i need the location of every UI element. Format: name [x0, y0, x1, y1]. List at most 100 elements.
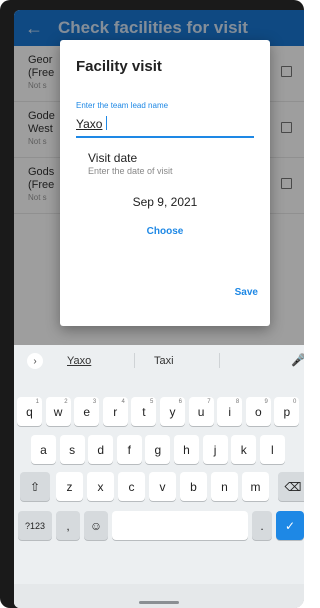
key-r[interactable]: r4: [102, 397, 128, 426]
key-row-4: ?123 , ☺ . ✓: [14, 511, 304, 543]
soft-keyboard: › Yaxo Taxi 🎤 q1w2e3r4t5y6u7i8o9p0 asdfg…: [14, 345, 304, 608]
visit-date-value: Sep 9, 2021: [132, 195, 198, 209]
comma-key[interactable]: ,: [56, 511, 80, 540]
key-a[interactable]: a: [31, 435, 56, 464]
key-label: o: [254, 404, 262, 419]
key-k[interactable]: k: [231, 435, 257, 464]
suggestion-divider: [219, 353, 220, 368]
key-label: h: [183, 442, 190, 457]
suggestion-divider: [134, 353, 135, 368]
key-label: w: [53, 404, 63, 419]
key-label: q: [26, 404, 33, 419]
screen: ← Check facilities for visit Geor (Free …: [14, 10, 304, 608]
key-v[interactable]: v: [149, 472, 176, 501]
key-x[interactable]: x: [87, 472, 114, 501]
backspace-key[interactable]: ⌫: [278, 472, 304, 501]
key-label: v: [159, 479, 166, 494]
key-label: r: [113, 404, 118, 419]
key-label: m: [250, 479, 261, 494]
period-key[interactable]: .: [252, 511, 272, 540]
enter-key[interactable]: ✓: [276, 511, 304, 540]
key-row-1: q1w2e3r4t5y6u7i8o9p0: [14, 397, 304, 429]
key-label: f: [127, 442, 131, 457]
key-w[interactable]: w2: [45, 397, 71, 426]
key-label: j: [213, 442, 217, 457]
chevron-right-icon: ›: [33, 355, 37, 367]
expand-suggestions-button[interactable]: ›: [27, 353, 43, 369]
key-row-3: ⇧ ⌫ z x c v b n m: [14, 472, 304, 504]
key-label: b: [190, 479, 197, 494]
choose-date-button[interactable]: Choose: [60, 226, 270, 237]
navigation-bar: [14, 584, 304, 608]
space-key[interactable]: [112, 511, 248, 540]
key-label: i: [228, 404, 232, 419]
dialog-title: Facility visit: [76, 58, 162, 75]
key-label: u: [197, 404, 205, 419]
key-t[interactable]: t5: [131, 397, 157, 426]
key-hint: 6: [178, 399, 182, 405]
suggestion-2[interactable]: Taxi: [154, 355, 174, 367]
key-m[interactable]: m: [242, 472, 269, 501]
key-u[interactable]: u7: [188, 397, 214, 426]
key-b[interactable]: b: [180, 472, 207, 501]
microphone-icon[interactable]: 🎤: [291, 353, 304, 367]
text-cursor: [106, 116, 107, 130]
backspace-icon: ⌫: [284, 479, 302, 494]
phone-frame: ← Check facilities for visit Geor (Free …: [0, 0, 304, 608]
home-handle[interactable]: [139, 601, 179, 604]
suggestion-1[interactable]: Yaxo: [67, 355, 91, 367]
emoji-icon: ☺: [89, 518, 103, 533]
key-f[interactable]: f: [116, 435, 142, 464]
key-o[interactable]: o9: [245, 397, 271, 426]
key-hint: 5: [150, 399, 154, 405]
team-lead-input[interactable]: [76, 112, 254, 138]
key-label: y: [169, 404, 176, 419]
key-label: g: [154, 442, 162, 457]
key-label: s: [69, 442, 76, 457]
key-h[interactable]: h: [174, 435, 199, 464]
key-label: x: [97, 479, 104, 494]
key-hint: 3: [92, 399, 97, 405]
key-label: c: [128, 479, 135, 494]
key-y[interactable]: y6: [160, 397, 185, 426]
key-label: n: [221, 479, 228, 494]
shift-icon: ⇧: [29, 479, 41, 494]
facility-visit-dialog: Facility visit Enter the team lead name …: [60, 40, 270, 326]
key-label: z: [66, 479, 73, 494]
key-l[interactable]: l: [259, 435, 285, 464]
team-lead-field-label: Enter the team lead name: [76, 101, 169, 110]
checkmark-icon: ✓: [284, 518, 296, 533]
key-e[interactable]: e3: [74, 397, 100, 426]
key-d[interactable]: d: [88, 435, 114, 464]
key-hint: 9: [264, 399, 268, 405]
shift-key[interactable]: ⇧: [20, 472, 50, 501]
key-n[interactable]: n: [211, 472, 238, 501]
visit-date-label: Visit date: [88, 151, 138, 165]
key-label: t: [142, 404, 146, 419]
key-p[interactable]: p0: [274, 397, 300, 426]
key-label: d: [97, 442, 105, 457]
key-hint: 0: [293, 399, 297, 405]
key-hint: 1: [35, 399, 39, 405]
key-q[interactable]: q1: [17, 397, 42, 426]
key-s[interactable]: s: [59, 435, 85, 464]
save-button[interactable]: Save: [235, 287, 258, 298]
key-label: e: [83, 404, 91, 419]
visit-date-hint: Enter the date of visit: [88, 166, 173, 176]
key-g[interactable]: g: [145, 435, 171, 464]
team-lead-input-value: Yaxo: [76, 117, 103, 131]
key-label: l: [270, 442, 274, 457]
suggestion-bar: › Yaxo Taxi 🎤: [14, 345, 304, 377]
key-hint: 4: [121, 399, 125, 405]
key-label: a: [40, 442, 47, 457]
key-hint: 2: [64, 399, 68, 405]
key-j[interactable]: j: [202, 435, 228, 464]
symbols-key[interactable]: ?123: [18, 511, 52, 540]
key-c[interactable]: c: [118, 472, 145, 501]
key-label: p: [283, 404, 291, 419]
key-i[interactable]: i8: [217, 397, 243, 426]
key-label: k: [240, 442, 247, 457]
key-z[interactable]: z: [56, 472, 83, 501]
emoji-key[interactable]: ☺: [84, 511, 108, 540]
key-hint: 8: [235, 399, 240, 405]
